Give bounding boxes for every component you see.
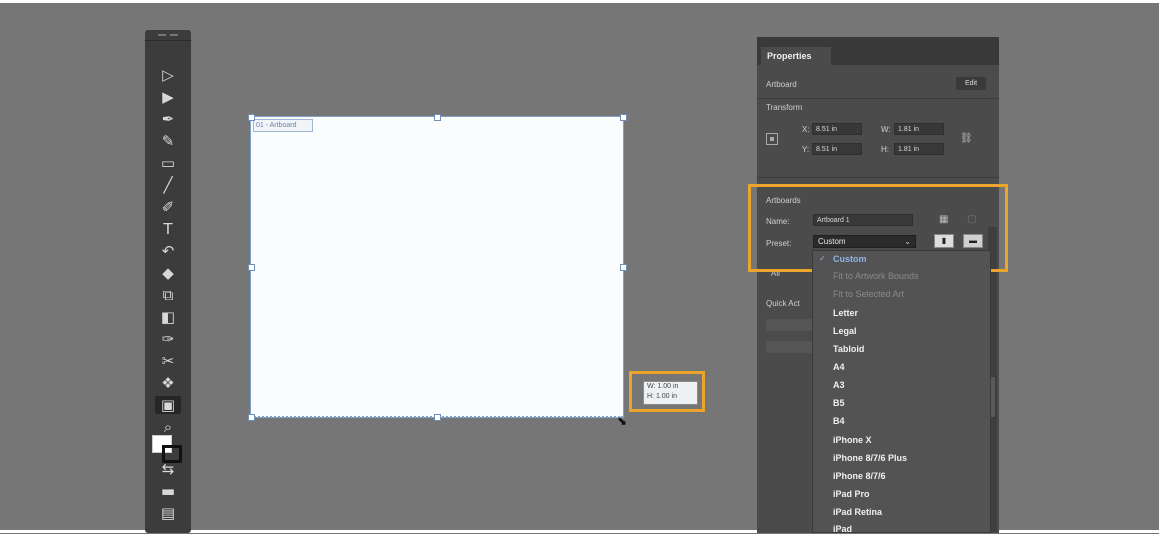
curvature-tool-icon[interactable]: ✎	[155, 132, 181, 150]
stroke-color-swatch[interactable]	[162, 445, 182, 463]
resize-handle-top-center[interactable]	[434, 114, 441, 121]
resize-handle-middle-left[interactable]	[248, 264, 255, 271]
rotate-tool-icon[interactable]: ↶	[155, 242, 181, 260]
tools-panel: ▷ ▶ ✒ ✎ ▭ ╱ ✐ T ↶ ◆ ⧉ ◧ ✑ ✂ ❖ ▣ ⌕ ⇆ ▬ ▤	[145, 30, 191, 533]
h-label: H:	[881, 145, 889, 154]
artboard-section-label: Artboard	[766, 80, 797, 89]
tools-panel-header[interactable]	[145, 30, 191, 41]
preset-option[interactable]: A3	[833, 380, 845, 390]
resize-handle-middle-right[interactable]	[620, 264, 627, 271]
transform-section-label: Transform	[766, 103, 803, 112]
resize-handle-top-right[interactable]	[620, 114, 627, 121]
properties-tabbar: Properties	[757, 47, 999, 65]
preset-option[interactable]: iPhone X	[833, 435, 872, 445]
measure-width: W: 1.00 in	[647, 383, 679, 390]
shape-builder-tool-icon[interactable]: ◧	[155, 308, 181, 326]
screen-mode-tool-icon[interactable]: ▤	[155, 504, 181, 522]
preset-option[interactable]: A4	[833, 362, 845, 372]
artboard[interactable]	[251, 117, 623, 417]
tab-properties[interactable]: Properties	[761, 47, 831, 65]
draw-mode-tool-icon[interactable]: ▬	[155, 482, 181, 500]
w-label: W:	[881, 125, 891, 134]
preset-option: Fit to Artwork Bounds	[833, 271, 919, 281]
resize-cursor-icon: ⬊	[617, 414, 628, 428]
height-field[interactable]: 1.81 in	[894, 143, 944, 155]
preset-option[interactable]: Tabloid	[833, 344, 864, 354]
measurement-highlight: W: 1.00 in H: 1.00 in	[629, 371, 705, 412]
direct-selection-tool-icon[interactable]: ▶	[155, 88, 181, 106]
free-transform-tool-icon[interactable]: ⧉	[155, 286, 181, 304]
artboard-tool-icon[interactable]: ▣	[155, 396, 181, 414]
scissors-tool-icon[interactable]: ✂	[155, 352, 181, 370]
measurement-tooltip: W: 1.00 in H: 1.00 in	[643, 381, 698, 405]
type-tool-icon[interactable]: T	[155, 220, 181, 238]
properties-panel-header[interactable]	[757, 37, 999, 47]
constrain-proportions-icon[interactable]: ⛓	[960, 133, 973, 144]
quick-action-button[interactable]	[766, 341, 816, 353]
divider	[757, 177, 999, 178]
measure-height: H: 1.00 in	[647, 393, 677, 400]
preset-dropdown-menu: Custom ✓ Fit to Artwork Bounds Fit to Selec…	[812, 250, 991, 534]
artboard-name-label: 01 - Artboard	[253, 119, 313, 132]
preset-option: Fit to Selected Art	[833, 289, 905, 299]
preset-option[interactable]: iPhone 8/7/6	[833, 471, 886, 481]
preset-option[interactable]: iPad Pro	[833, 489, 870, 499]
eyedropper-tool-icon[interactable]: ✑	[155, 330, 181, 348]
preset-option[interactable]: Letter	[833, 308, 858, 318]
x-field[interactable]: 8.51 in	[812, 123, 862, 135]
pencil-tool-icon[interactable]: ✐	[155, 198, 181, 216]
resize-handle-bottom-center[interactable]	[434, 414, 441, 421]
edit-artboards-button[interactable]: Edit	[956, 77, 986, 90]
x-label: X:	[802, 125, 810, 134]
preset-option[interactable]: B5	[833, 398, 845, 408]
preset-option[interactable]: Legal	[833, 326, 857, 336]
preset-option[interactable]: iPad Retina	[833, 507, 882, 517]
preset-option[interactable]: Custom	[833, 254, 867, 264]
quick-action-button[interactable]	[766, 319, 816, 331]
selection-tool-icon[interactable]: ▷	[155, 66, 181, 84]
divider	[757, 98, 999, 99]
resize-handle-bottom-left[interactable]	[248, 414, 255, 421]
blend-tool-icon[interactable]: ❖	[155, 374, 181, 392]
checkmark-icon: ✓	[819, 254, 826, 263]
preset-option[interactable]: B4	[833, 416, 845, 426]
width-field[interactable]: 1.81 in	[894, 123, 944, 135]
rectangle-tool-icon[interactable]: ▭	[155, 154, 181, 172]
quick-actions-label: Quick Act	[766, 299, 800, 308]
top-border	[0, 0, 1159, 3]
resize-handle-top-left[interactable]	[248, 114, 255, 121]
preset-option[interactable]: iPhone 8/7/6 Plus	[833, 453, 907, 463]
eraser-tool-icon[interactable]: ◆	[155, 264, 181, 282]
y-field[interactable]: 8.51 in	[812, 143, 862, 155]
paintbrush-tool-icon[interactable]: ╱	[155, 176, 181, 194]
zoom-tool-icon[interactable]: ⌕	[155, 418, 181, 436]
reference-point-icon[interactable]	[766, 133, 778, 145]
pen-tool-icon[interactable]: ✒	[155, 110, 181, 128]
y-label: Y:	[802, 145, 810, 154]
